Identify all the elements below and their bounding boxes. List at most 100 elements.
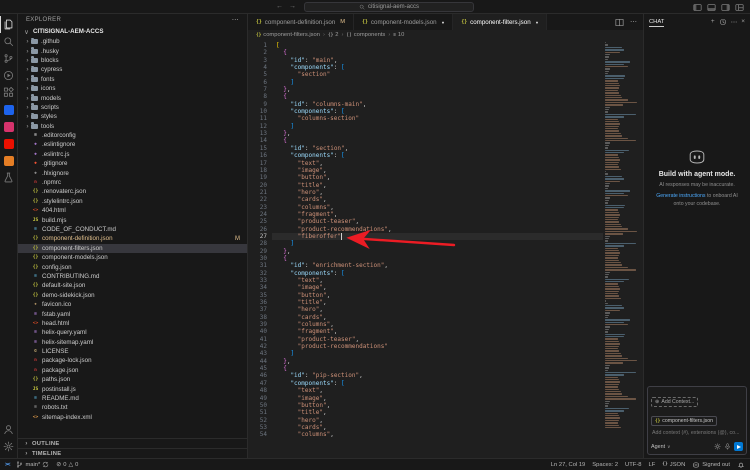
adobe-aem-extension-icon[interactable] bbox=[0, 135, 17, 152]
copilot-status[interactable]: Signed out bbox=[692, 461, 730, 469]
send-button[interactable] bbox=[734, 442, 743, 451]
history-icon[interactable] bbox=[719, 18, 727, 26]
code-line-2[interactable]: { bbox=[272, 49, 603, 56]
close-icon[interactable]: × bbox=[741, 18, 745, 25]
code-line-51[interactable]: "title", bbox=[272, 409, 603, 416]
source-control-icon[interactable] bbox=[0, 50, 17, 67]
code-line-44[interactable]: }, bbox=[272, 358, 603, 365]
code-line-54[interactable]: "columns", bbox=[272, 431, 603, 438]
code-line-19[interactable]: "button", bbox=[272, 174, 603, 181]
file-config.json[interactable]: {} config.json bbox=[18, 262, 247, 271]
file-build.mjs[interactable]: JS build.mjs bbox=[18, 215, 247, 224]
code-line-18[interactable]: "image", bbox=[272, 167, 603, 174]
code-line-32[interactable]: "components": [ bbox=[272, 270, 603, 277]
code-line-13[interactable]: }, bbox=[272, 130, 603, 137]
context-chip[interactable]: {} component-filters.json bbox=[651, 416, 718, 426]
tab-component-filters.json[interactable]: {} component-filters.json ● bbox=[453, 14, 548, 30]
file-postinstall.js[interactable]: JS postinstall.js bbox=[18, 384, 247, 393]
unsaved-dot-icon[interactable]: ● bbox=[536, 20, 539, 25]
file-demo-sidekick.json[interactable]: {} demo-sidekick.json bbox=[18, 291, 247, 300]
file-package.json[interactable]: n package.json bbox=[18, 366, 247, 375]
file-.editorconfig[interactable]: ≡ .editorconfig bbox=[18, 131, 247, 140]
code-line-29[interactable]: }, bbox=[272, 248, 603, 255]
file-robots.txt[interactable]: ≡ robots.txt bbox=[18, 403, 247, 412]
encoding[interactable]: UTF-8 bbox=[625, 462, 641, 468]
code-line-31[interactable]: "id": "enrichment-section", bbox=[272, 262, 603, 269]
indentation[interactable]: Spaces: 2 bbox=[592, 462, 618, 468]
workspace-root-row[interactable]: ∨ CITISIGNAL-AEM-ACCS bbox=[18, 26, 247, 37]
code-line-38[interactable]: "cards", bbox=[272, 314, 603, 321]
file-.eslintrc.js[interactable]: ◆ .eslintrc.js bbox=[18, 150, 247, 159]
file-head.html[interactable]: <> head.html bbox=[18, 319, 247, 328]
generate-instructions-link[interactable]: Generate instructions bbox=[656, 193, 705, 199]
folder-fonts[interactable]: › fonts bbox=[18, 75, 247, 84]
folder-models[interactable]: › models bbox=[18, 93, 247, 102]
file-helix-sitemap.yaml[interactable]: ≡ helix-sitemap.yaml bbox=[18, 338, 247, 347]
language-mode[interactable]: {} JSON bbox=[662, 462, 685, 468]
code-line-25[interactable]: "product-teaser", bbox=[272, 218, 603, 225]
folder-styles[interactable]: › styles bbox=[18, 112, 247, 121]
code-line-30[interactable]: { bbox=[272, 255, 603, 262]
code-line-15[interactable]: "id": "section", bbox=[272, 145, 603, 152]
file-.npmrc[interactable]: n .npmrc bbox=[18, 178, 247, 187]
code-line-14[interactable]: { bbox=[272, 137, 603, 144]
tab-component-definition.json[interactable]: {} component-definition.json M bbox=[248, 14, 355, 30]
code-line-26[interactable]: "product-recommendations", bbox=[272, 226, 603, 233]
chat-input-placeholder[interactable]: Add context (#), extensions (@), co... bbox=[651, 428, 743, 442]
code-line-49[interactable]: "image", bbox=[272, 395, 603, 402]
code-line-47[interactable]: "components": [ bbox=[272, 380, 603, 387]
forward-icon[interactable]: → bbox=[289, 3, 296, 10]
outline-section[interactable]: › OUTLINE bbox=[18, 438, 247, 448]
code-line-43[interactable]: ] bbox=[272, 350, 603, 357]
problems-status[interactable]: ⊘ 0 △ 0 bbox=[56, 461, 78, 469]
breadcrumb-item[interactable]: ≡ 10 bbox=[393, 32, 404, 38]
breadcrumb-item[interactable]: {} component-filters.json bbox=[256, 32, 320, 38]
code-line-39[interactable]: "columns", bbox=[272, 321, 603, 328]
code-line-22[interactable]: "cards", bbox=[272, 196, 603, 203]
file-.stylelintrc.json[interactable]: {} .stylelintrc.json bbox=[18, 197, 247, 206]
code-line-36[interactable]: "title", bbox=[272, 299, 603, 306]
file-.hlxignore[interactable]: ◆ .hlxignore bbox=[18, 168, 247, 177]
code-line-45[interactable]: { bbox=[272, 365, 603, 372]
split-editor-icon[interactable] bbox=[615, 18, 624, 27]
file-component-models.json[interactable]: {} component-models.json bbox=[18, 253, 247, 262]
code-line-37[interactable]: "hero", bbox=[272, 306, 603, 313]
gitlens-extension-icon[interactable] bbox=[0, 118, 17, 135]
code-line-11[interactable]: "columns-section" bbox=[272, 115, 603, 122]
code-line-20[interactable]: "title", bbox=[272, 182, 603, 189]
code-line-8[interactable]: { bbox=[272, 93, 603, 100]
explorer-more-actions[interactable]: ⋯ bbox=[232, 16, 239, 24]
file-.eslintignore[interactable]: ◆ .eslintignore bbox=[18, 140, 247, 149]
run-and-debug-icon[interactable] bbox=[0, 67, 17, 84]
file-paths.json[interactable]: {} paths.json bbox=[18, 375, 247, 384]
code-line-46[interactable]: "id": "pip-section", bbox=[272, 372, 603, 379]
code-line-5[interactable]: "section" bbox=[272, 71, 603, 78]
code-line-12[interactable]: ] bbox=[272, 123, 603, 130]
folder-icons[interactable]: › icons bbox=[18, 84, 247, 93]
more-icon[interactable]: ⋯ bbox=[731, 18, 738, 26]
extensions-icon[interactable] bbox=[0, 84, 17, 101]
unsaved-dot-icon[interactable]: ● bbox=[442, 20, 445, 25]
account-icon[interactable] bbox=[0, 421, 17, 438]
code-line-53[interactable]: "cards", bbox=[272, 424, 603, 431]
file-README.md[interactable]: ≡ README.md bbox=[18, 394, 247, 403]
cursor-position[interactable]: Ln 27, Col 19 bbox=[551, 462, 585, 468]
code-line-50[interactable]: "button", bbox=[272, 402, 603, 409]
voice-input-icon[interactable] bbox=[724, 443, 731, 450]
back-icon[interactable]: ← bbox=[276, 3, 283, 10]
folder-.github[interactable]: › .github bbox=[18, 37, 247, 46]
notifications-bell[interactable] bbox=[737, 461, 745, 469]
code-line-21[interactable]: "hero", bbox=[272, 189, 603, 196]
new-chat-icon[interactable]: + bbox=[711, 18, 715, 25]
folder-cypress[interactable]: › cypress bbox=[18, 65, 247, 74]
code-line-9[interactable]: "id": "columns-main", bbox=[272, 101, 603, 108]
toggle-secondary-sidebar-icon[interactable] bbox=[721, 3, 730, 12]
code-lines[interactable]: [ { "id": "main", "components": [ "secti… bbox=[272, 40, 603, 458]
code-line-42[interactable]: "product-recommendations" bbox=[272, 343, 603, 350]
command-center-search[interactable]: citisignal-aem-accs bbox=[304, 1, 474, 12]
code-line-7[interactable]: }, bbox=[272, 86, 603, 93]
code-line-35[interactable]: "button", bbox=[272, 292, 603, 299]
docker-extension-icon[interactable] bbox=[0, 101, 17, 118]
testing-icon[interactable] bbox=[0, 169, 17, 186]
breadcrumb-item[interactable]: {} 2 bbox=[328, 32, 339, 38]
